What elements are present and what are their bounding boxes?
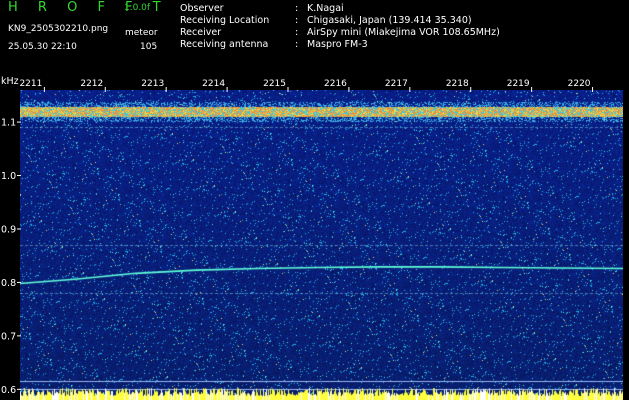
x-tick-label: 2217 [385,79,408,89]
meta-key: Observer [180,3,224,14]
x-tick-label: 2211 [19,79,42,89]
x-tick-label: 2219 [507,79,530,89]
file-name: KN9_2505302210.png [8,24,109,34]
x-tick-label: 2218 [446,79,469,89]
y-axis-ticks: 1.1 1.0 0.9 0.8 0.7 0.6 [1,118,21,396]
meta-key: Receiver [180,27,222,38]
meta-value: K.Nagai [307,3,344,14]
app-version: 1.0.0f [124,3,151,13]
meta-row-observer: Observer: K.Nagai [180,3,344,14]
y-tick-label: 0.9 [1,224,16,235]
x-tick-label: 2213 [141,79,164,89]
y-tick-label: 1.0 [1,171,16,182]
x-tick-label: 2220 [568,79,591,89]
spectrogram-axes: kHz 2211 2212 2213 2214 2215 2216 2217 2218 2219… [1,76,594,396]
y-tick-label: 0.8 [1,278,16,289]
timestamp: 25.05.30 22:10 [8,42,77,52]
meta-key: Receiving antenna [180,39,269,50]
y-tick-label: 1.1 [1,118,16,129]
x-tick-label: 2215 [263,79,286,89]
meteor-count-value: 105 [140,42,158,52]
meta-row-receiver: Receiver: AirSpy mini (Miakejima VOR 108.… [180,27,500,38]
meta-key: Receiving Location [180,15,270,26]
y-tick-label: 0.6 [1,385,16,396]
y-tick-label: 0.7 [1,331,16,342]
y-axis-unit-label: kHz [1,76,19,87]
meta-value: AirSpy mini (Miakejima VOR 108.65MHz) [307,27,500,38]
meta-value: Chigasaki, Japan (139.414 35.340) [307,15,472,26]
x-tick-label: 2214 [202,79,225,89]
meta-row-antenna: Receiving antenna: Maspro FM-3 [180,39,368,50]
x-tick-label: 2216 [324,79,347,89]
x-tick-label: 2212 [80,79,103,89]
x-axis-ticks: 2211 2212 2213 2214 2215 2216 2217 2218 2219 2220 [19,79,594,92]
meta-row-location: Receiving Location: Chigasaki, Japan (139… [180,15,472,26]
meteor-count-label: meteor [125,28,158,38]
meta-value: Maspro FM-3 [307,39,368,50]
